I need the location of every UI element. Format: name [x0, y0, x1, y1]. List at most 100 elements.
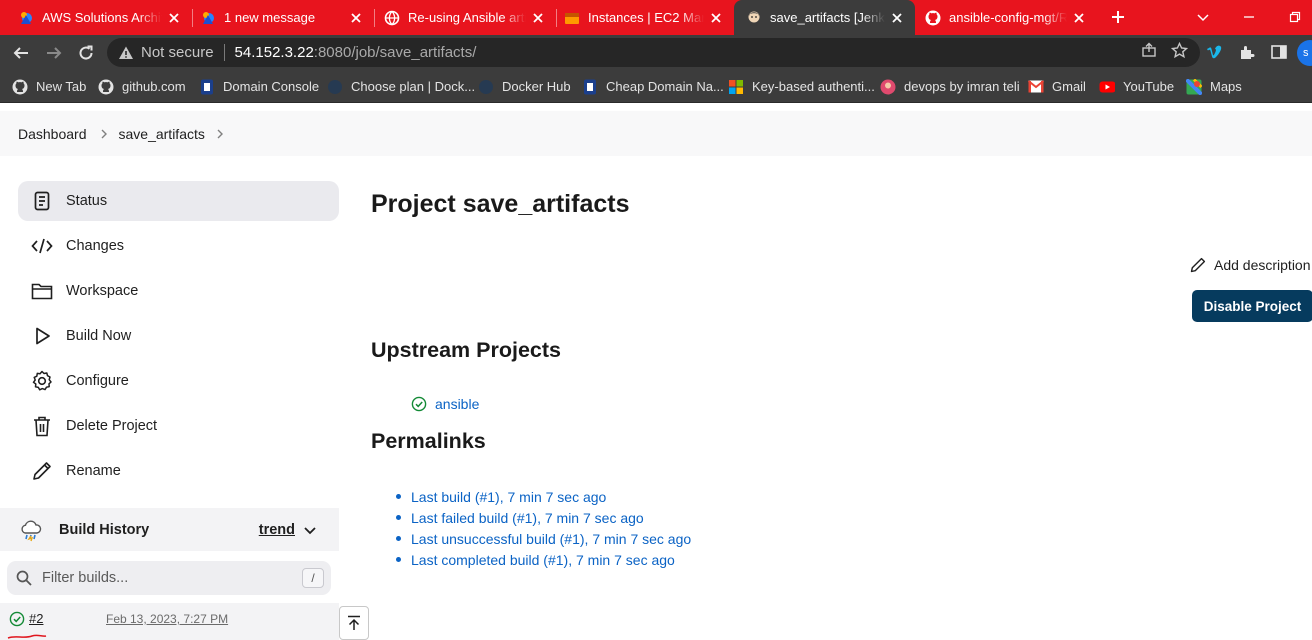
- new-tab-icon[interactable]: [1107, 6, 1129, 28]
- trend-link[interactable]: trend: [259, 522, 295, 538]
- github-icon: [98, 79, 114, 95]
- weather-icon: [19, 518, 43, 542]
- permalink-last-build[interactable]: Last build (#1), 7 min 7 sec ago: [411, 489, 606, 505]
- build-row[interactable]: #2 Feb 13, 2023, 7:27 PM: [0, 603, 339, 640]
- sidebar-item-workspace[interactable]: Workspace: [18, 271, 339, 311]
- url-host: 54.152.3.22: [234, 44, 314, 61]
- user-icon: [880, 79, 896, 95]
- forward-icon[interactable]: [41, 40, 67, 66]
- tab-title: AWS Solutions Architect: [42, 10, 162, 25]
- permalinks-list: Last build (#1), 7 min 7 sec ago Last fa…: [396, 486, 691, 570]
- github-icon: [925, 10, 941, 26]
- permalink-last-failed-build[interactable]: Last failed build (#1), 7 min 7 sec ago: [411, 510, 644, 526]
- bookmark-item[interactable]: Choose plan | Dock...: [327, 76, 475, 97]
- sidebar-item-status[interactable]: Status: [18, 181, 339, 221]
- bookmark-label: devops by imran teli: [904, 79, 1020, 94]
- browser-tab[interactable]: 1 new message: [182, 0, 374, 35]
- build-number-link[interactable]: #2: [29, 611, 43, 626]
- restore-icon[interactable]: [1284, 6, 1306, 28]
- upstream-heading: Upstream Projects: [371, 338, 561, 362]
- upstream-project-link[interactable]: ansible: [435, 396, 479, 412]
- star-icon[interactable]: [1170, 41, 1189, 64]
- docker-icon: [327, 79, 343, 95]
- reload-icon[interactable]: [73, 40, 99, 66]
- sidebar-item-label: Configure: [66, 373, 129, 389]
- browser-tab[interactable]: ansible-config-mgt/README: [915, 0, 1097, 35]
- bookmark-item[interactable]: New Tab: [12, 76, 86, 97]
- share-icon[interactable]: [1141, 42, 1157, 63]
- close-tab-icon[interactable]: [166, 10, 182, 26]
- close-tab-icon[interactable]: [1071, 10, 1087, 26]
- success-icon: [411, 396, 427, 412]
- globe-icon: [384, 10, 400, 26]
- bookmark-icon: [582, 79, 598, 95]
- side-panel-icon[interactable]: [1267, 40, 1291, 64]
- sidebar-item-label: Workspace: [66, 283, 139, 299]
- back-icon[interactable]: [8, 40, 34, 66]
- maps-icon: [1186, 78, 1202, 95]
- tab-title: Instances | EC2 Management: [588, 10, 704, 25]
- sidebar-item-changes[interactable]: Changes: [18, 226, 339, 266]
- chevron-down-icon[interactable]: [1192, 6, 1214, 28]
- scroll-to-top-button[interactable]: [339, 606, 369, 640]
- sidebar-item-label: Build Now: [66, 328, 132, 344]
- tab-title: ansible-config-mgt/README: [949, 10, 1067, 25]
- bookmark-item[interactable]: devops by imran teli: [880, 76, 1020, 97]
- bookmark-item[interactable]: YouTube: [1099, 76, 1174, 97]
- close-tab-icon[interactable]: [530, 10, 546, 26]
- browser-tab[interactable]: Instances | EC2 Management: [546, 0, 734, 35]
- chevron-right-icon[interactable]: [97, 127, 111, 141]
- permalink-last-completed-build[interactable]: Last completed build (#1), 7 min 7 sec a…: [411, 552, 675, 568]
- aws-icon: [564, 10, 580, 26]
- bookmark-label: github.com: [122, 79, 186, 94]
- sidebar-item-label: Delete Project: [66, 418, 158, 434]
- breadcrumb-job[interactable]: save_artifacts: [119, 126, 205, 142]
- upstream-project-item: ansible: [411, 396, 479, 412]
- filter-shortcut-hint: /: [302, 568, 324, 588]
- breadcrumb: Dashboard save_artifacts: [0, 111, 1312, 156]
- list-item: Last completed build (#1), 7 min 7 sec a…: [396, 549, 691, 570]
- browser-tab-active[interactable]: save_artifacts [Jenkins]: [734, 0, 915, 35]
- browser-tab[interactable]: Re-using Ansible artifacts: [366, 0, 556, 35]
- permalink-last-unsuccessful-build[interactable]: Last unsuccessful build (#1), 7 min 7 se…: [411, 531, 691, 547]
- gear-icon: [31, 370, 53, 392]
- sidebar-item-label: Rename: [66, 463, 121, 479]
- bookmark-item[interactable]: Maps: [1186, 76, 1242, 97]
- vimeo-icon[interactable]: [1203, 40, 1227, 64]
- add-description-link[interactable]: Add description: [1190, 257, 1311, 273]
- github-icon: [12, 79, 28, 95]
- bookmark-item[interactable]: Gmail: [1028, 76, 1086, 97]
- browser-tab[interactable]: AWS Solutions Architect: [0, 0, 192, 35]
- build-date-link[interactable]: Feb 13, 2023, 7:27 PM: [106, 612, 228, 626]
- sidebar-item-configure[interactable]: Configure: [18, 361, 339, 401]
- extensions-icon[interactable]: [1235, 40, 1259, 64]
- bookmark-item[interactable]: Cheap Domain Na...: [582, 76, 724, 97]
- list-item: Last build (#1), 7 min 7 sec ago: [396, 486, 691, 507]
- bookmark-item[interactable]: Docker Hub: [478, 76, 571, 97]
- bookmark-item[interactable]: Domain Console: [199, 76, 319, 97]
- build-history-header: Build History trend: [0, 508, 339, 551]
- minimize-icon[interactable]: [1238, 6, 1260, 28]
- sidebar-item-build-now[interactable]: Build Now: [18, 316, 339, 356]
- pencil-icon: [1190, 257, 1206, 273]
- disable-project-button[interactable]: Disable Project: [1192, 290, 1312, 322]
- bookmark-label: Docker Hub: [502, 79, 571, 94]
- close-tab-icon[interactable]: [348, 10, 364, 26]
- browser-tab-strip: AWS Solutions Architect 1 new message Re…: [0, 0, 1312, 35]
- bookmark-label: Maps: [1210, 79, 1242, 94]
- close-tab-icon[interactable]: [889, 10, 905, 26]
- chevron-down-icon[interactable]: [303, 523, 317, 537]
- list-item: Last failed build (#1), 7 min 7 sec ago: [396, 507, 691, 528]
- sidebar-item-rename[interactable]: Rename: [18, 451, 339, 491]
- chevron-right-icon[interactable]: [213, 127, 227, 141]
- sidebar-item-delete-project[interactable]: Delete Project: [18, 406, 339, 446]
- address-bar[interactable]: Not secure 54.152.3.22 :8080/job/save_ar…: [107, 38, 1200, 67]
- bookmark-item[interactable]: Key-based authenti...: [728, 76, 875, 97]
- warning-icon[interactable]: [117, 44, 135, 62]
- breadcrumb-dashboard[interactable]: Dashboard: [18, 126, 87, 142]
- bookmark-item[interactable]: github.com: [98, 76, 186, 97]
- microsoft-icon: [728, 79, 744, 95]
- close-tab-icon[interactable]: [708, 10, 724, 26]
- code-icon: [31, 235, 53, 257]
- filter-builds-input[interactable]: Filter builds... /: [7, 561, 331, 595]
